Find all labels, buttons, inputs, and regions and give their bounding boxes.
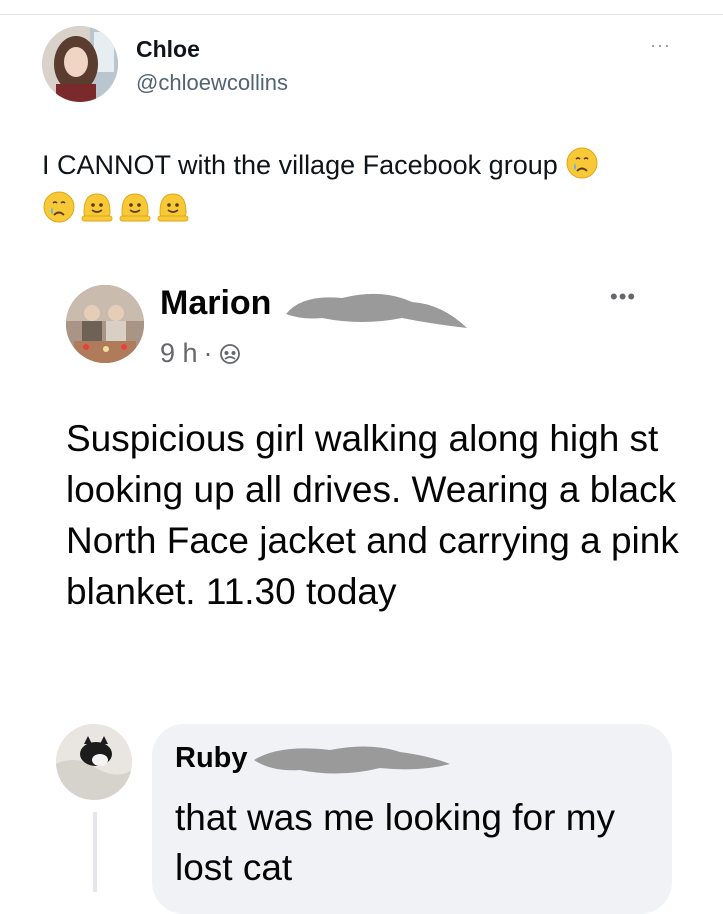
- comment-thread-line: [93, 812, 97, 892]
- tweet-author-handle[interactable]: @chloewcollins: [136, 70, 288, 96]
- fb-post-meta: 9 h ·: [160, 338, 241, 369]
- melting-face-emoji-icon: [80, 190, 114, 224]
- top-divider: [0, 14, 723, 15]
- meta-separator: ·: [203, 338, 213, 368]
- fb-post-more-options-button[interactable]: •••: [610, 286, 636, 308]
- fb-post-time[interactable]: 9 h: [160, 338, 198, 369]
- fb-post-author-name[interactable]: Marion: [160, 284, 271, 323]
- comment-author-avatar[interactable]: [56, 724, 132, 800]
- redacted-surname-scribble: [286, 293, 467, 328]
- crying-face-emoji-icon: [565, 146, 599, 180]
- crying-face-emoji-icon: [42, 190, 76, 224]
- comment-text: that was me looking for my lost cat: [175, 797, 616, 888]
- melting-face-emoji-icon: [156, 190, 190, 224]
- tweet-more-options-button[interactable]: ···: [650, 36, 671, 54]
- tweet-author-name[interactable]: Chloe: [136, 36, 200, 63]
- tweet-text: I CANNOT with the village Facebook group: [42, 146, 682, 184]
- redacted-surname-scribble: [254, 746, 450, 774]
- comment-author-name[interactable]: Ruby: [175, 742, 248, 775]
- fb-post-author-avatar[interactable]: [66, 285, 144, 363]
- melting-face-emoji-icon: [118, 190, 152, 224]
- emoji-row: [42, 190, 194, 228]
- tweet-author-avatar[interactable]: [42, 26, 118, 102]
- public-group-icon: [219, 343, 241, 365]
- tweet-text-content: I CANNOT with the village Facebook group: [42, 150, 558, 180]
- fb-post-text: Suspicious girl walking along high st lo…: [66, 418, 679, 612]
